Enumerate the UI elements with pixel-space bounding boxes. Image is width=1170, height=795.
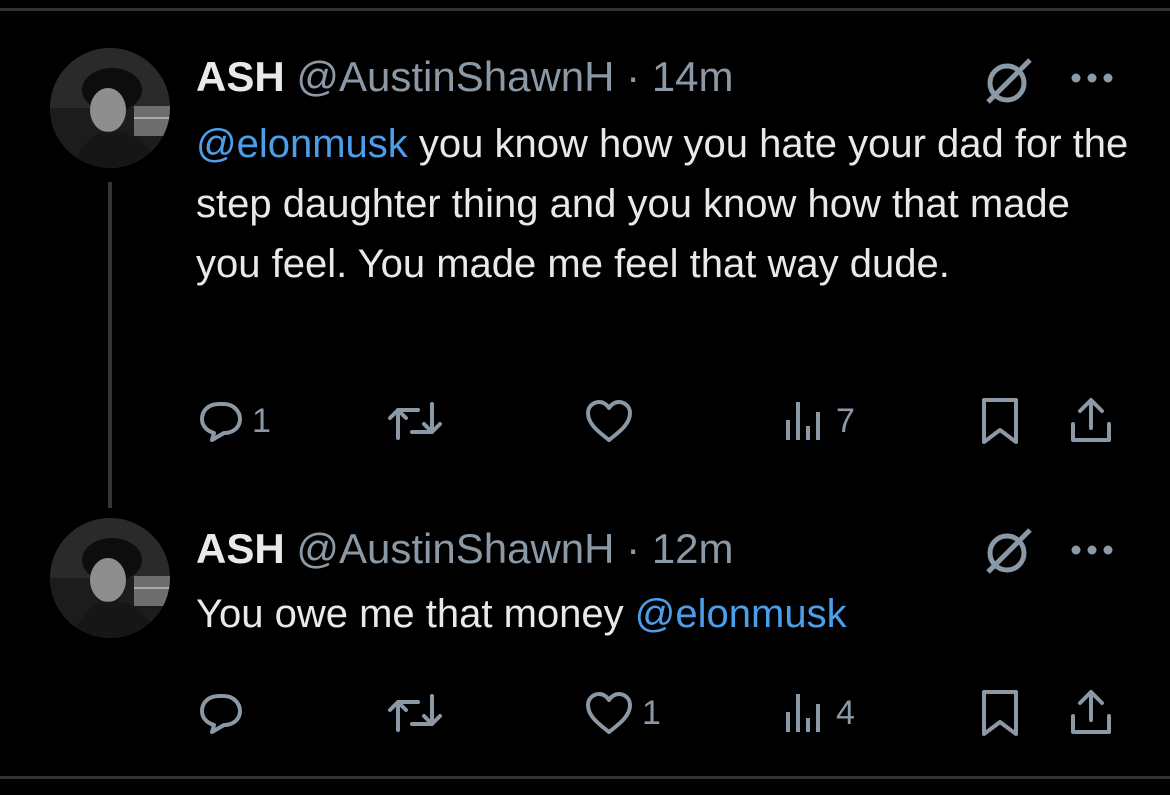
share-button[interactable] [1068,396,1114,446]
views-count: 4 [836,693,855,732]
tweet-header: ASH @AustinShawnH · 12m [196,524,734,574]
timestamp[interactable]: 14m [652,53,734,100]
like-button[interactable]: 1 [584,688,661,738]
grok-icon[interactable] [982,54,1036,108]
bookmark-icon [982,690,1018,736]
top-divider [0,8,1170,11]
reply-count: 1 [252,401,271,440]
tweet-body: You owe me that money [196,592,635,636]
more-options-icon[interactable] [1068,540,1116,560]
views-button[interactable]: 4 [784,688,855,738]
views-icon [786,694,820,732]
timestamp[interactable]: 12m [652,525,734,572]
tweet-text: You owe me that money @elonmusk [196,584,1136,644]
bookmark-button[interactable] [978,396,1022,446]
bottom-divider [0,776,1170,779]
display-name[interactable]: ASH [196,525,285,572]
bookmark-button[interactable] [978,688,1022,738]
reply-button[interactable]: 1 [198,396,271,446]
like-icon [586,692,632,734]
share-icon [1071,690,1111,734]
display-name[interactable]: ASH [196,53,285,100]
retweet-button[interactable] [386,688,444,738]
separator-dot: · [626,53,641,100]
mention-link[interactable]: @elonmusk [196,122,408,166]
like-button[interactable] [584,396,642,446]
views-count: 7 [836,401,855,440]
views-icon [786,402,820,440]
like-icon [586,400,632,442]
share-button[interactable] [1068,688,1114,738]
retweet-button[interactable] [386,396,444,446]
reply-icon [200,694,242,734]
retweet-icon [388,694,442,732]
bookmark-icon [982,398,1018,444]
retweet-icon [388,402,442,440]
mention-link[interactable]: @elonmusk [635,592,847,636]
separator-dot: · [626,525,641,572]
avatar[interactable] [50,518,170,638]
thread-connector-line [108,182,112,508]
like-count: 1 [642,693,661,732]
reply-button[interactable] [198,688,252,738]
tweet-header: ASH @AustinShawnH · 14m [196,52,734,102]
avatar[interactable] [50,48,170,168]
views-button[interactable]: 7 [784,396,855,446]
tweet-text: @elonmusk you know how you hate your dad… [196,114,1136,294]
grok-icon[interactable] [982,524,1036,578]
more-options-icon[interactable] [1068,68,1116,88]
user-handle[interactable]: @AustinShawnH [296,525,614,572]
user-handle[interactable]: @AustinShawnH [296,53,614,100]
share-icon [1071,398,1111,442]
reply-icon [200,402,242,442]
